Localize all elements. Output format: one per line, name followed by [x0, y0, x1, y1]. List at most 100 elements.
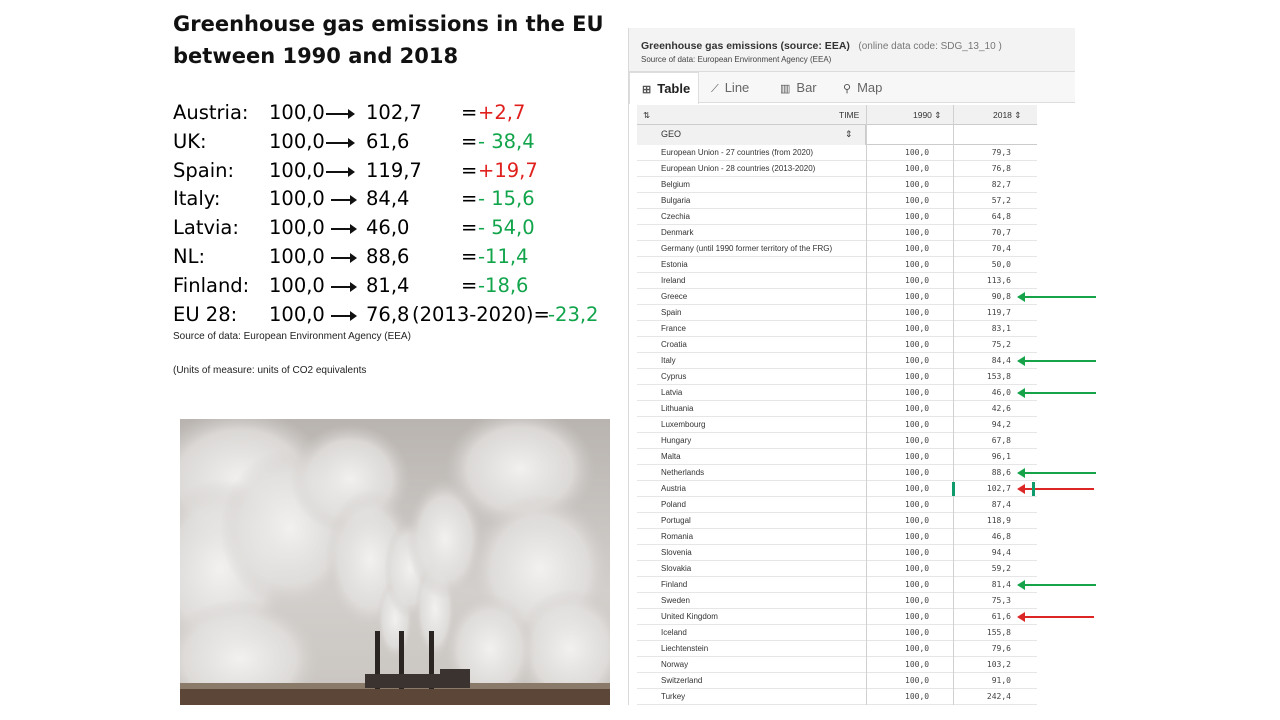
table-row: Slovenia 100,0 94,4 — [637, 545, 1037, 561]
smokestack-illustration — [180, 419, 610, 705]
highlight-bar — [1032, 482, 1035, 496]
table-row: Norway 100,0 103,2 — [637, 657, 1037, 673]
value-1990: 100,0 — [905, 564, 930, 573]
geo-name: Ireland — [661, 276, 686, 285]
table-row: Italy 100,0 84,4 — [637, 353, 1037, 369]
difference-value: -23,2 — [548, 302, 599, 326]
geo-name: Portugal — [661, 516, 691, 525]
value-2018: 50,0 — [991, 260, 1011, 269]
data-table: ⇅ TIME 1990 ⇕ 2018 ⇕ GEO ⇕ European Unio… — [637, 105, 1037, 705]
value-2018: 64,8 — [991, 212, 1011, 221]
value-2018: 242,4 — [986, 692, 1011, 701]
view-tabs: ⊞ Table ⟋ Line ▥ Bar ⚲ Map — [629, 72, 1075, 104]
table-row: Iceland 100,0 155,8 — [637, 625, 1037, 641]
value-1990: 100,0 — [905, 212, 930, 221]
value-1990: 100,0 — [905, 596, 930, 605]
difference-value: +19,7 — [478, 158, 538, 182]
value-2018: 57,2 — [991, 196, 1011, 205]
value-1990: 100,0 — [905, 692, 930, 701]
base-value: 100,0 — [269, 244, 325, 268]
target-value: 46,0 — [366, 216, 410, 240]
red-arrow-icon — [1017, 612, 1094, 622]
geo-name: Turkey — [661, 692, 686, 701]
line-chart-icon: ⟋ — [711, 83, 719, 95]
tab-bar[interactable]: ▥ Bar — [768, 72, 831, 103]
table-row: Cyprus 100,0 153,8 — [637, 369, 1037, 385]
country-label: Latvia: — [173, 216, 239, 240]
geo-name: Netherlands — [661, 468, 705, 477]
value-2018: 42,6 — [991, 404, 1011, 413]
units-note: (Units of measure: units of CO2 equivale… — [173, 365, 367, 376]
geo-name: Croatia — [661, 340, 687, 349]
country-label: Spain: — [173, 158, 235, 182]
value-1990: 100,0 — [905, 228, 930, 237]
geo-name: European Union - 27 countries (from 2020… — [661, 148, 814, 157]
green-arrow-icon — [1017, 388, 1096, 398]
tab-label: Table — [657, 81, 691, 96]
tab-table[interactable]: ⊞ Table — [629, 72, 699, 104]
geo-name: Liechtenstein — [661, 644, 709, 653]
value-1990: 100,0 — [905, 404, 930, 413]
difference-value: - 38,4 — [478, 129, 535, 153]
value-1990: 100,0 — [905, 244, 930, 253]
tab-map[interactable]: ⚲ Map — [831, 72, 895, 103]
green-arrow-icon — [1017, 356, 1096, 366]
table-body: European Union - 27 countries (from 2020… — [637, 145, 1037, 705]
country-label: Italy: — [173, 187, 221, 211]
column-1990-header[interactable]: 1990 ⇕ — [913, 110, 941, 121]
equals-sign: = — [461, 244, 478, 268]
table-row: Bulgaria 100,0 57,2 — [637, 193, 1037, 209]
value-2018: 91,0 — [991, 676, 1011, 685]
table-row: Finland 100,0 81,4 — [637, 577, 1037, 593]
target-value: 76,8 — [366, 302, 410, 326]
difference-value: - 15,6 — [478, 187, 535, 211]
value-1990: 100,0 — [905, 548, 930, 557]
value-2018: 94,2 — [991, 420, 1011, 429]
country-label: Austria: — [173, 101, 249, 124]
value-1990: 100,0 — [905, 276, 930, 285]
table-row: Liechtenstein 100,0 79,6 — [637, 641, 1037, 657]
value-1990: 100,0 — [905, 340, 930, 349]
value-2018: 76,8 — [991, 164, 1011, 173]
table-row: Switzerland 100,0 91,0 — [637, 673, 1037, 689]
geo-name: Austria — [661, 484, 686, 493]
panel-source: Source of data: European Environment Age… — [641, 55, 832, 64]
value-2018: 155,8 — [986, 628, 1011, 637]
value-1990: 100,0 — [905, 660, 930, 669]
geo-name: Hungary — [661, 436, 692, 445]
table-row: Croatia 100,0 75,2 — [637, 337, 1037, 353]
value-1990: 100,0 — [905, 436, 930, 445]
table-row: Belgium 100,0 82,7 — [637, 177, 1037, 193]
geo-sort-icon[interactable]: ⇕ — [845, 129, 853, 140]
value-2018: 75,3 — [991, 596, 1011, 605]
arrow-icon — [326, 109, 355, 119]
column-2018-header[interactable]: 2018 ⇕ — [993, 110, 1021, 121]
table-row: Austria 100,0 102,7 — [637, 481, 1037, 497]
base-value: 100,0 — [269, 273, 325, 297]
eu-period: (2013-2020)= — [412, 302, 550, 326]
value-1990: 100,0 — [905, 180, 930, 189]
sort-icon[interactable]: ⇅ — [643, 110, 650, 121]
equals-sign: = — [461, 273, 478, 297]
value-2018: 70,4 — [991, 244, 1011, 253]
table-row: Hungary 100,0 67,8 — [637, 433, 1037, 449]
value-2018: 153,8 — [986, 372, 1011, 381]
equals-sign: = — [461, 158, 478, 182]
table-row: Turkey 100,0 242,4 — [637, 689, 1037, 705]
value-2018: 79,3 — [991, 148, 1011, 157]
value-1990: 100,0 — [905, 484, 930, 493]
arrow-icon — [326, 166, 355, 177]
country-label: EU 28: — [173, 302, 238, 326]
value-2018: 113,6 — [986, 276, 1011, 285]
value-1990: 100,0 — [905, 324, 930, 333]
geo-name: Switzerland — [661, 676, 703, 685]
table-row: Ireland 100,0 113,6 — [637, 273, 1037, 289]
tab-line[interactable]: ⟋ Line — [699, 72, 768, 103]
value-2018: 96,1 — [991, 452, 1011, 461]
eurostat-data-panel: Greenhouse gas emissions (source: EEA) (… — [628, 28, 1075, 705]
value-2018: 84,4 — [991, 356, 1011, 365]
value-1990: 100,0 — [905, 420, 930, 429]
target-value: 88,6 — [366, 244, 410, 268]
value-2018: 87,4 — [991, 500, 1011, 509]
difference-value: +2,7 — [478, 101, 526, 124]
